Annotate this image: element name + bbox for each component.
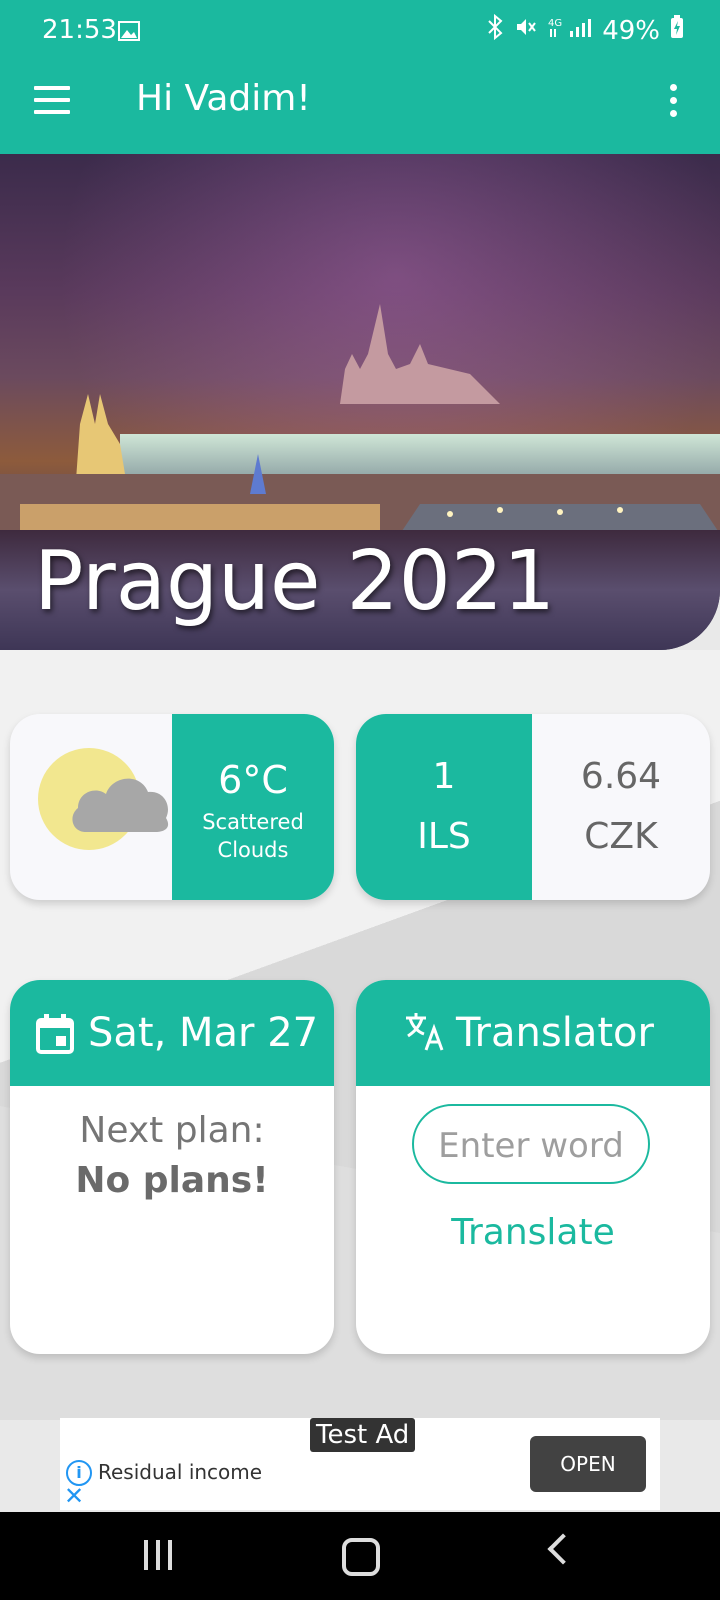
to-currency-code: CZK (584, 816, 658, 857)
status-bar: 21:53 4G 49% (0, 0, 720, 60)
from-amount: 1 (432, 756, 456, 797)
app-bar: 21:53 4G 49% Hi Vadim! (0, 0, 720, 154)
weather-description: Scattered Clouds (202, 810, 304, 862)
next-plan-label: Next plan: (79, 1110, 265, 1151)
back-icon[interactable] (547, 1533, 579, 1565)
page-title: Hi Vadim! (136, 78, 311, 119)
translator-card-header: Translator (356, 980, 710, 1086)
ad-text: Residual income (98, 1460, 263, 1484)
currency-card[interactable]: 1 ILS 6.64 CZK (356, 714, 710, 900)
hero-banner: Prague 2021 (0, 154, 720, 650)
translator-title: Translator (456, 1010, 654, 1056)
cloud-icon (72, 778, 169, 832)
weather-info-panel: 6°C Scattered Clouds (172, 714, 334, 900)
currency-from-panel: 1 ILS (356, 714, 532, 900)
bluetooth-icon (486, 13, 504, 47)
battery-icon (670, 15, 684, 46)
ad-tag: Test Ad (310, 1418, 416, 1452)
prague-skyline-image (0, 304, 720, 534)
translator-card: Translator Enter word Translate (356, 980, 710, 1354)
temperature: 6°C (218, 758, 288, 802)
system-navigation-bar (0, 1512, 720, 1600)
mute-icon (514, 15, 538, 46)
translate-button[interactable]: Translate (356, 1212, 710, 1253)
status-time: 21:53 (42, 15, 117, 45)
home-icon[interactable] (342, 1538, 380, 1576)
from-currency-code: ILS (417, 816, 471, 857)
svg-text:4G: 4G (548, 18, 562, 29)
plans-card-header: Sat, Mar 27 (10, 980, 334, 1086)
current-date: Sat, Mar 27 (88, 1010, 319, 1056)
recent-apps-icon[interactable] (144, 1540, 180, 1574)
calendar-icon (36, 1014, 74, 1064)
gallery-notification-icon (118, 18, 140, 48)
to-amount: 6.64 (580, 756, 662, 797)
weather-card[interactable]: 6°C Scattered Clouds (10, 714, 334, 900)
more-vert-icon[interactable] (670, 84, 680, 123)
word-input[interactable]: Enter word (412, 1104, 650, 1184)
battery-percent: 49% (602, 15, 660, 46)
currency-to-panel: 6.64 CZK (532, 714, 710, 900)
signal-icon: 4G (548, 15, 592, 46)
translate-icon (404, 1010, 446, 1062)
hero-title: Prague 2021 (34, 534, 556, 629)
next-plan-value: No plans! (75, 1160, 269, 1201)
toolbar: Hi Vadim! (0, 62, 720, 142)
ad-open-button[interactable]: OPEN (530, 1436, 646, 1492)
status-icons: 4G 49% (486, 13, 684, 47)
close-icon[interactable]: ✕ (64, 1482, 84, 1510)
ad-banner[interactable]: Test Ad i Residual income ✕ OPEN (60, 1418, 660, 1510)
menu-icon[interactable] (34, 86, 70, 118)
plans-card[interactable]: Sat, Mar 27 Next plan: No plans! (10, 980, 334, 1354)
